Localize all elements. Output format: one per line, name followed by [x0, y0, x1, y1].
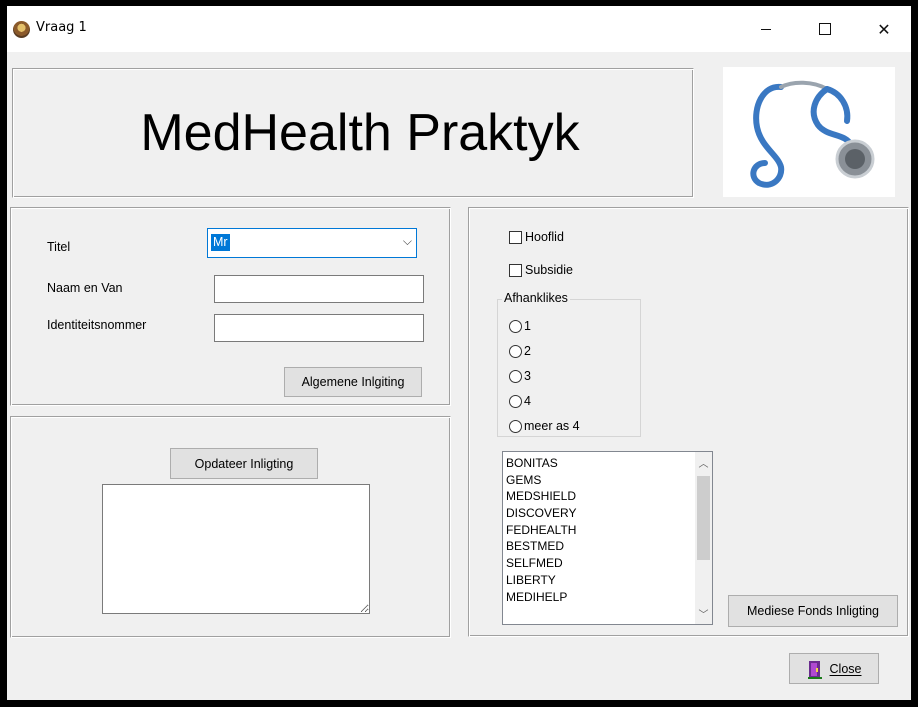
radio-afhanklikes-meer[interactable]: meer as 4	[509, 419, 580, 433]
close-label: Close	[829, 661, 862, 676]
title-bar: Vraag 1 ✕	[7, 6, 911, 52]
hooflid-label: Hooflid	[525, 230, 564, 244]
radio-afhanklikes-4[interactable]: 4	[509, 394, 531, 408]
titel-label: Titel	[47, 240, 71, 254]
radio-label: 1	[524, 319, 531, 333]
window-close-button[interactable]: ✕	[861, 6, 907, 52]
minimize-icon	[761, 28, 771, 30]
close-button[interactable]: Close	[789, 653, 879, 684]
radio-button-icon[interactable]	[509, 419, 522, 433]
chevron-up-icon[interactable]: ︿	[695, 454, 712, 471]
hooflid-checkbox-box[interactable]	[509, 230, 522, 244]
list-item[interactable]: DISCOVERY	[506, 505, 576, 522]
maximize-button[interactable]	[802, 6, 848, 52]
radio-button-icon[interactable]	[509, 394, 522, 408]
radio-afhanklikes-1[interactable]: 1	[509, 319, 531, 333]
radio-button-icon[interactable]	[509, 344, 522, 358]
list-item[interactable]: MEDIHELP	[506, 589, 576, 606]
info-memo[interactable]	[102, 484, 370, 614]
titel-selected-value: Mr	[211, 234, 230, 251]
identiteitsnommer-label: Identiteitsnommer	[47, 318, 147, 332]
afhanklikes-group-title: Afhanklikes	[502, 291, 570, 305]
app-icon	[13, 21, 30, 38]
stethoscope-icon	[750, 80, 875, 188]
list-item[interactable]: GEMS	[506, 472, 576, 489]
minimize-button[interactable]	[743, 6, 789, 52]
scrollbar-thumb[interactable]	[697, 476, 710, 560]
opdateer-inligting-button[interactable]: Opdateer Inligting	[170, 448, 318, 479]
door-exit-icon	[807, 660, 822, 679]
subsidie-checkbox-box[interactable]	[509, 263, 522, 277]
radio-label: 4	[524, 394, 531, 408]
page-title: MedHealth Praktyk	[140, 104, 580, 162]
hooflid-checkbox[interactable]: Hooflid	[509, 230, 564, 244]
list-items: BONITAS GEMS MEDSHIELD DISCOVERY FEDHEAL…	[506, 455, 576, 605]
radio-label: 3	[524, 369, 531, 383]
radio-afhanklikes-2[interactable]: 2	[509, 344, 531, 358]
list-item[interactable]: BESTMED	[506, 538, 576, 555]
radio-label: meer as 4	[524, 419, 580, 433]
identiteitsnommer-input[interactable]	[214, 314, 424, 342]
list-item[interactable]: FEDHEALTH	[506, 522, 576, 539]
vertical-scrollbar[interactable]: ︿ ﹀	[695, 452, 712, 624]
radio-label: 2	[524, 344, 531, 358]
close-icon: ✕	[877, 19, 891, 39]
titel-select[interactable]: Mr ⌵	[207, 228, 417, 258]
radio-button-icon[interactable]	[509, 369, 522, 383]
radio-afhanklikes-3[interactable]: 3	[509, 369, 531, 383]
list-item[interactable]: BONITAS	[506, 455, 576, 472]
maximize-icon	[819, 23, 831, 35]
window-title: Vraag 1	[36, 20, 87, 35]
subsidie-label: Subsidie	[525, 263, 573, 277]
mediese-fonds-inligting-button[interactable]: Mediese Fonds Inligting	[728, 595, 898, 627]
logo-image	[723, 67, 895, 197]
chevron-down-icon[interactable]: ﹀	[695, 605, 712, 622]
algemene-inligting-button[interactable]: Algemene Inlgiting	[284, 367, 422, 397]
list-item[interactable]: LIBERTY	[506, 572, 576, 589]
medical-fund-listbox[interactable]: BONITAS GEMS MEDSHIELD DISCOVERY FEDHEAL…	[502, 451, 713, 625]
naam-label: Naam en Van	[47, 281, 123, 295]
naam-input[interactable]	[214, 275, 424, 303]
chevron-down-icon: ⌵	[402, 234, 412, 248]
banner-panel: MedHealth Praktyk	[12, 68, 694, 198]
list-item[interactable]: MEDSHIELD	[506, 488, 576, 505]
radio-button-icon[interactable]	[509, 319, 522, 333]
list-item[interactable]: SELFMED	[506, 555, 576, 572]
subsidie-checkbox[interactable]: Subsidie	[509, 263, 573, 277]
